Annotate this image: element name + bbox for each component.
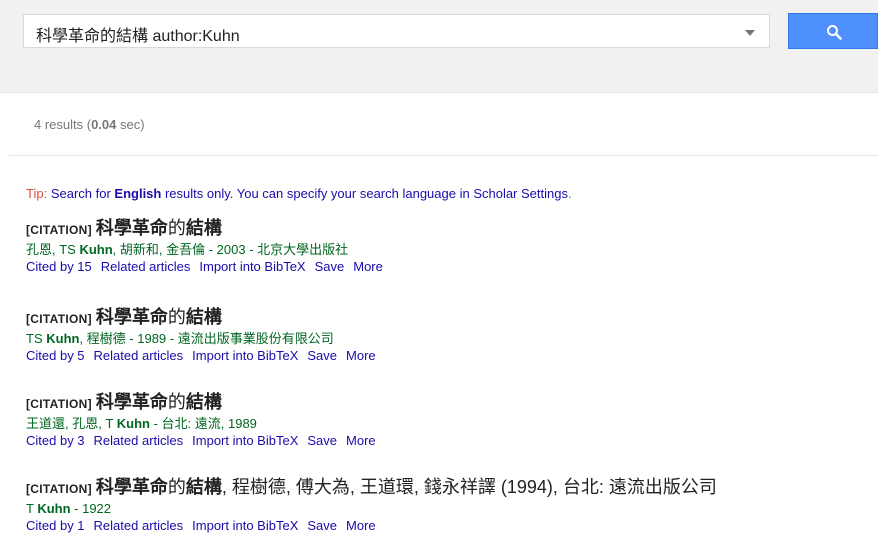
citation-tag: [CITATION]: [26, 312, 92, 326]
title-part[interactable]: 科學革命: [96, 307, 168, 327]
citation-tag: [CITATION]: [26, 482, 92, 496]
result-links: Cited by 3 Related articles Import into Bi…: [26, 433, 385, 449]
tip-text-2[interactable]: results only. You can specify your searc…: [161, 186, 473, 201]
title-part[interactable]: 科學革命: [96, 218, 168, 238]
author-highlight: Kuhn: [46, 331, 80, 346]
result-title[interactable]: [CITATION] 科學革命的結構, 程樹德, 傅大為, 王道環, 錢永祥譯 (…: [26, 477, 717, 499]
result-title[interactable]: [CITATION] 科學革命的結構: [26, 307, 385, 329]
authors-text: - 1922: [70, 501, 112, 516]
tip-text[interactable]: Search for: [47, 186, 114, 201]
results-time: 0.04: [91, 117, 117, 132]
search-icon: [827, 25, 842, 40]
tip-period: .: [567, 186, 572, 201]
more-link[interactable]: More: [346, 433, 376, 448]
result-links: Cited by 5 Related articles Import into Bi…: [26, 348, 385, 364]
cited-by-link[interactable]: Cited by 5: [26, 348, 85, 363]
result-item: [CITATION] 科學革命的結構 王道還, 孔恩, T Kuhn - 台北: …: [26, 392, 385, 449]
result-item: [CITATION] 科學革命的結構, 程樹德, 傅大為, 王道環, 錢永祥譯 (…: [26, 477, 717, 534]
title-rest: , 程樹德, 傅大為, 王道環, 錢永祥譯 (1994), 台北: 遠流出版公司: [221, 477, 717, 497]
related-articles-link[interactable]: Related articles: [101, 259, 191, 274]
search-options-dropdown-icon[interactable]: [745, 30, 755, 36]
result-item: [CITATION] 科學革命的結構 TS Kuhn, 程樹德 - 1989 - …: [26, 307, 385, 364]
more-link[interactable]: More: [346, 348, 376, 363]
authors-text: TS: [26, 331, 47, 346]
result-authors: 王道還, 孔恩, T Kuhn - 台北: 遠流, 1989: [26, 415, 385, 433]
title-part[interactable]: 的: [168, 307, 186, 327]
title-part[interactable]: 的: [168, 477, 186, 497]
result-links: Cited by 15 Related articles Import into B…: [26, 259, 392, 275]
authors-text: - 台北: 遠流, 1989: [149, 416, 257, 431]
import-bibtex-link[interactable]: Import into BibTeX: [199, 259, 305, 274]
authors-text: , 程樹德 - 1989 - 遠流出版事業股份有限公司: [79, 331, 334, 346]
cited-by-link[interactable]: Cited by 15: [26, 259, 92, 274]
title-part[interactable]: 結構: [186, 392, 222, 412]
import-bibtex-link[interactable]: Import into BibTeX: [192, 433, 298, 448]
title-part[interactable]: 科學革命: [96, 477, 168, 497]
scholar-settings-link[interactable]: Scholar Settings: [473, 186, 568, 201]
author-highlight: Kuhn: [79, 242, 113, 257]
authors-text: , 胡新和, 金吾倫 - 2003 - 北京大學出版社: [112, 242, 349, 257]
result-authors: TS Kuhn, 程樹德 - 1989 - 遠流出版事業股份有限公司: [26, 330, 385, 348]
authors-text: 王道還, 孔恩, T: [26, 416, 117, 431]
citation-tag: [CITATION]: [26, 223, 92, 237]
author-highlight: Kuhn: [37, 501, 71, 516]
result-item: [CITATION] 科學革命的結構 孔恩, TS Kuhn, 胡新和, 金吾倫 …: [26, 218, 392, 275]
citation-tag: [CITATION]: [26, 397, 92, 411]
title-part[interactable]: 科學革命: [96, 392, 168, 412]
cited-by-link[interactable]: Cited by 1: [26, 518, 85, 533]
title-part[interactable]: 結構: [186, 307, 222, 327]
search-header: 科學革命的結構 author:Kuhn: [0, 0, 878, 93]
title-part[interactable]: 結構: [186, 477, 222, 497]
save-link[interactable]: Save: [307, 348, 337, 363]
results-count: 4 results (0.04 sec): [34, 117, 145, 132]
result-title[interactable]: [CITATION] 科學革命的結構: [26, 218, 392, 240]
save-link[interactable]: Save: [307, 518, 337, 533]
title-part[interactable]: 的: [168, 218, 186, 238]
cited-by-link[interactable]: Cited by 3: [26, 433, 85, 448]
author-highlight: Kuhn: [116, 416, 150, 431]
language-tip: Tip: Search for English results only. Yo…: [26, 186, 572, 201]
import-bibtex-link[interactable]: Import into BibTeX: [192, 518, 298, 533]
title-part[interactable]: 的: [168, 392, 186, 412]
tip-prefix: Tip:: [26, 186, 48, 201]
authors-text: T: [26, 501, 38, 516]
more-link[interactable]: More: [353, 259, 383, 274]
more-link[interactable]: More: [346, 518, 376, 533]
results-count-label: 4 results (: [34, 117, 92, 132]
result-authors: T Kuhn - 1922: [26, 500, 717, 518]
english-only-link[interactable]: English: [114, 186, 161, 201]
related-articles-link[interactable]: Related articles: [94, 348, 184, 363]
related-articles-link[interactable]: Related articles: [94, 518, 184, 533]
authors-text: 孔恩, TS: [26, 242, 80, 257]
result-title[interactable]: [CITATION] 科學革命的結構: [26, 392, 385, 414]
result-authors: 孔恩, TS Kuhn, 胡新和, 金吾倫 - 2003 - 北京大學出版社: [26, 241, 392, 259]
results-time-suffix: sec): [116, 117, 145, 132]
save-link[interactable]: Save: [307, 433, 337, 448]
related-articles-link[interactable]: Related articles: [94, 433, 184, 448]
search-query-text[interactable]: 科學革命的結構 author:Kuhn: [36, 22, 240, 46]
result-links: Cited by 1 Related articles Import into Bi…: [26, 518, 717, 534]
save-link[interactable]: Save: [315, 259, 345, 274]
import-bibtex-link[interactable]: Import into BibTeX: [192, 348, 298, 363]
search-input[interactable]: 科學革命的結構 author:Kuhn: [23, 14, 770, 48]
search-button[interactable]: [788, 13, 878, 49]
title-part[interactable]: 結構: [186, 218, 222, 238]
divider: [9, 155, 878, 156]
